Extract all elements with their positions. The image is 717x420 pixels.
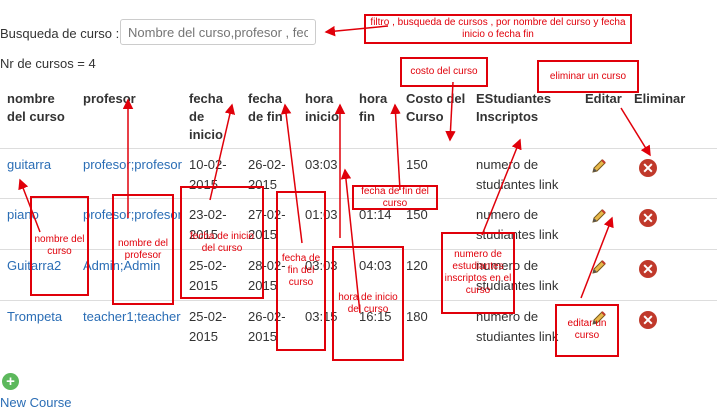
pencil-icon[interactable] xyxy=(590,207,608,231)
teacher-link[interactable]: profesor;profesor xyxy=(83,157,182,172)
annotation-hora-fin: fecha de fin del curso xyxy=(361,185,429,209)
annotation-estudiantes: numero de estudiantes inscriptos en el c… xyxy=(444,249,512,296)
table-header-row: nombre del curso profesor fecha de inici… xyxy=(0,84,717,149)
teacher-link[interactable]: teacher1;teacher xyxy=(83,309,181,324)
annotation-costo: costo del curso xyxy=(410,66,478,77)
new-course-label[interactable]: New Course xyxy=(0,395,72,410)
delete-icon[interactable]: ✕ xyxy=(639,159,657,177)
col-editar: Editar xyxy=(585,91,622,106)
annotation-hora-inicio: hora de inicio del curso xyxy=(338,292,398,315)
start-date: 25-02-2015 xyxy=(182,300,241,353)
col-costo: Costo del Curso xyxy=(406,91,466,124)
col-hora-inicio: hora inicio xyxy=(305,91,339,124)
col-nombre: nombre del curso xyxy=(7,91,65,124)
annotation-fecha-fin: fecha de fin del curso xyxy=(281,253,321,288)
course-name-link[interactable]: Trompeta xyxy=(7,309,62,324)
delete-icon[interactable]: ✕ xyxy=(639,260,657,278)
pencil-icon[interactable] xyxy=(590,258,608,282)
annotation-profesor: nombre del profesor xyxy=(117,238,169,261)
annotation-filtro: filtro , busqueda de cursos , por nombre… xyxy=(370,17,626,40)
annotation-nombre: nombre del curso xyxy=(34,234,85,257)
delete-icon[interactable]: ✕ xyxy=(639,209,657,227)
search-label: Busqueda de curso : xyxy=(0,26,120,41)
pencil-icon[interactable] xyxy=(590,157,608,181)
students-link[interactable]: numero de studiantes link xyxy=(469,148,578,199)
col-profesor: profesor xyxy=(83,91,136,106)
annotation-editar: editar un curso xyxy=(567,318,607,341)
course-name-link[interactable]: guitarra xyxy=(7,157,51,172)
col-hora-fin: hora fin xyxy=(359,91,388,124)
plus-circle-icon[interactable]: + xyxy=(2,373,19,390)
delete-icon[interactable]: ✕ xyxy=(639,311,657,329)
col-fecha-fin: fecha de fin xyxy=(248,91,283,124)
annotation-eliminar: eliminar un curso xyxy=(549,70,627,82)
col-estudiantes: EStudiantes Inscriptos xyxy=(476,91,552,124)
search-input[interactable] xyxy=(120,19,316,45)
col-fecha-inicio: fecha de inicio xyxy=(189,91,223,142)
col-eliminar: Eliminar xyxy=(634,91,686,106)
course-count: Nr de cursos = 4 xyxy=(0,56,96,71)
annotation-fecha-inicio: fecha de inicio del curso xyxy=(190,231,254,254)
